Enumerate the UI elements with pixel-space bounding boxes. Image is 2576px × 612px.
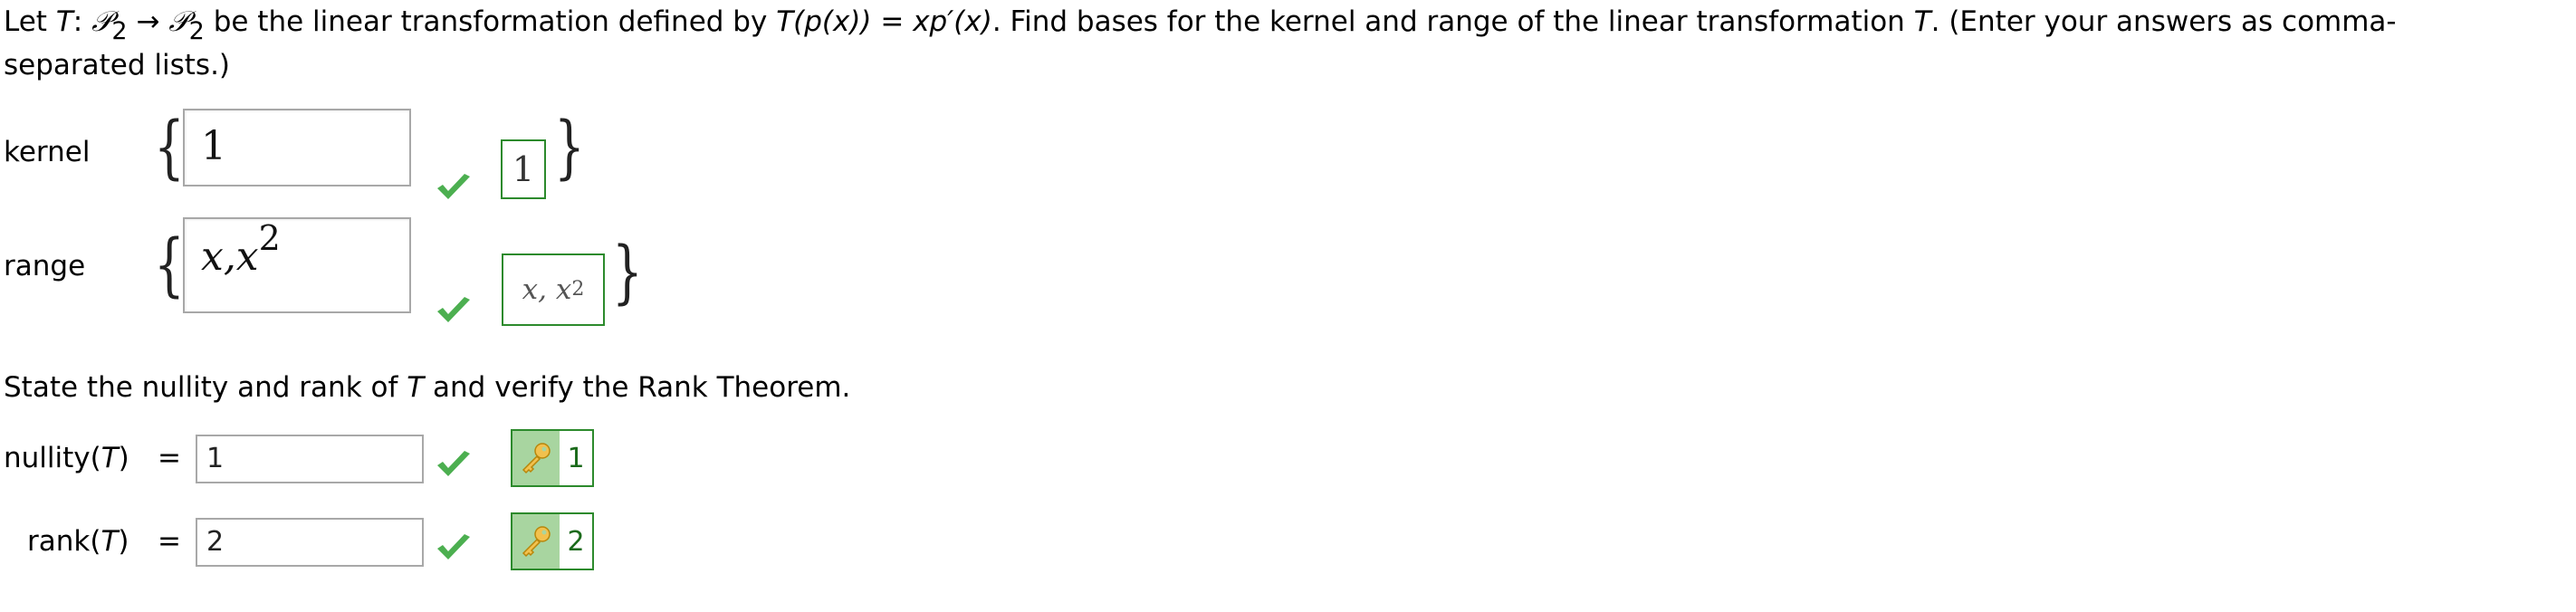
nullity-input[interactable]: 1 xyxy=(196,435,424,483)
transformation-definition: T(p(x)) = xp′(x) xyxy=(776,5,992,38)
var-T: T xyxy=(1913,5,1931,38)
kernel-correct-answer: 1 xyxy=(501,139,546,199)
question-line-2: separated lists.) xyxy=(4,49,231,81)
var-T: T xyxy=(101,525,119,558)
question-text: State the nullity and rank of xyxy=(4,371,407,404)
question-text: and verify the Rank Theorem. xyxy=(424,371,851,404)
key-icon xyxy=(512,514,560,569)
nullity-answer-value: 1 xyxy=(567,442,585,474)
equals-sign: = xyxy=(158,525,181,558)
checkmark-icon xyxy=(437,451,470,476)
kernel-input-value: 1 xyxy=(201,123,226,169)
close-brace: } xyxy=(612,231,643,311)
nullity-input-value: 1 xyxy=(206,443,225,474)
range-input[interactable]: x,x2 xyxy=(183,217,411,313)
checkmark-icon xyxy=(437,297,470,322)
question-text: Let xyxy=(4,5,56,38)
nullity-label: nullity(T) xyxy=(4,442,129,474)
range-input-value: x,x xyxy=(201,234,259,280)
space-P: 𝒫 xyxy=(168,5,189,38)
rank-label-text: ) xyxy=(118,525,129,558)
kernel-input[interactable]: 1 xyxy=(183,109,411,186)
open-brace: { xyxy=(154,224,185,304)
rank-input[interactable]: 2 xyxy=(196,518,424,567)
key-icon xyxy=(512,431,560,485)
nullity-label-text: nullity( xyxy=(4,442,101,474)
question-page: Let T: 𝒫2 → 𝒫2 be the linear transformat… xyxy=(0,0,2576,612)
question-line-1: Let T: 𝒫2 → 𝒫2 be the linear transformat… xyxy=(4,5,2397,43)
kernel-label: kernel xyxy=(4,136,91,168)
equals-sign: = xyxy=(158,442,181,474)
kernel-answer-value: 1 xyxy=(512,149,535,189)
question-text: . (Enter your answers as comma- xyxy=(1930,5,2397,38)
rank-input-value: 2 xyxy=(206,526,225,558)
question-text: : xyxy=(72,5,92,38)
range-label: range xyxy=(4,250,86,282)
space-P: 𝒫 xyxy=(91,5,112,38)
rank-label: rank(T) xyxy=(27,525,129,558)
space-subscript: 2 xyxy=(188,17,205,45)
var-T: T xyxy=(407,371,425,404)
range-input-exponent: 2 xyxy=(258,218,281,258)
rank-answer-value: 2 xyxy=(567,525,585,558)
checkmark-icon xyxy=(437,534,470,559)
checkmark-icon xyxy=(437,174,470,199)
question-text: . Find bases for the kernel and range of… xyxy=(991,5,1914,38)
rank-label-text: rank( xyxy=(27,525,101,558)
arrow-symbol: → xyxy=(127,5,169,38)
close-brace: } xyxy=(554,106,585,186)
nullity-key-answer[interactable]: 1 xyxy=(511,429,594,487)
open-brace: { xyxy=(154,106,185,186)
var-T: T xyxy=(55,5,73,38)
rank-key-answer[interactable]: 2 xyxy=(511,512,594,570)
range-correct-answer: x, x2 xyxy=(502,253,605,326)
var-T: T xyxy=(101,442,119,474)
range-answer-value: x, x xyxy=(522,273,572,306)
rank-question: State the nullity and rank of T and veri… xyxy=(4,371,850,404)
nullity-label-text: ) xyxy=(118,442,129,474)
question-text: be the linear transformation defined by xyxy=(204,5,777,38)
space-subscript: 2 xyxy=(111,17,128,45)
